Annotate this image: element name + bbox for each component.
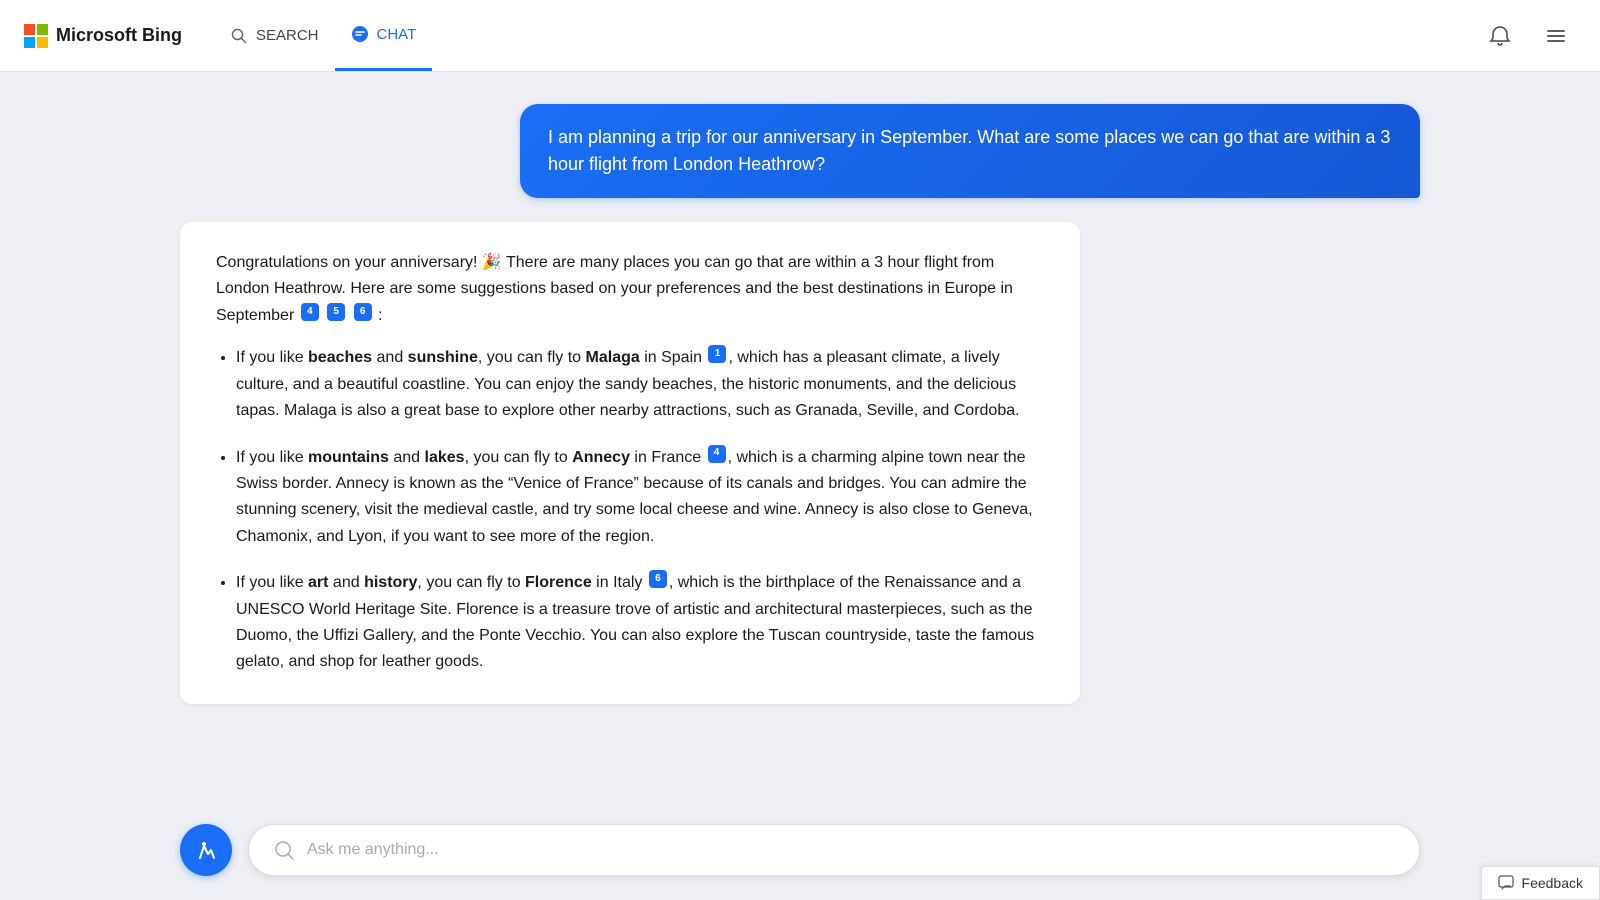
list-item: If you like beaches and sunshine, you ca…	[236, 345, 1044, 424]
bold-malaga: Malaga	[586, 349, 640, 366]
bold-beaches: beaches	[308, 349, 372, 366]
nav-chat-label: CHAT	[377, 26, 417, 43]
ai-intro-end: :	[378, 307, 382, 324]
citation-6b[interactable]: 6	[649, 570, 667, 588]
bold-florence: Florence	[525, 574, 592, 591]
chat-icon	[351, 25, 369, 43]
notifications-button[interactable]	[1480, 16, 1520, 56]
chat-input-wrapper	[248, 824, 1420, 876]
ai-intro-paragraph: Congratulations on your anniversary! 🎉 T…	[216, 250, 1044, 329]
user-message: I am planning a trip for our anniversary…	[520, 104, 1420, 198]
header: Microsoft Bing SEARCH CHAT	[0, 0, 1600, 72]
citation-5[interactable]: 5	[327, 303, 345, 321]
microsoft-logo	[24, 24, 48, 48]
destination-list: If you like beaches and sunshine, you ca…	[236, 345, 1044, 676]
feedback-button[interactable]: Feedback	[1481, 866, 1600, 900]
menu-button[interactable]	[1536, 16, 1576, 56]
nav-chat[interactable]: CHAT	[335, 0, 433, 71]
bold-history: history	[364, 574, 417, 591]
list-item: If you like mountains and lakes, you can…	[236, 445, 1044, 551]
list-item: If you like art and history, you can fly…	[236, 570, 1044, 676]
main-content: I am planning a trip for our anniversary…	[0, 72, 1600, 900]
search-icon	[230, 27, 248, 45]
user-message-text: I am planning a trip for our anniversary…	[548, 127, 1390, 174]
input-area	[0, 808, 1600, 900]
nav-search[interactable]: SEARCH	[214, 0, 335, 71]
bold-lakes: lakes	[425, 449, 465, 466]
logo[interactable]: Microsoft Bing	[24, 24, 182, 48]
bold-annecy: Annecy	[572, 449, 630, 466]
feedback-label: Feedback	[1522, 875, 1583, 891]
citation-6[interactable]: 6	[354, 303, 372, 321]
chat-input[interactable]	[307, 841, 1395, 859]
ai-response: Congratulations on your anniversary! 🎉 T…	[180, 222, 1080, 704]
bold-art: art	[308, 574, 328, 591]
header-actions	[1480, 16, 1576, 56]
bold-sunshine: sunshine	[408, 349, 478, 366]
input-search-icon	[273, 839, 295, 861]
nav-search-label: SEARCH	[256, 27, 319, 44]
bing-avatar-button[interactable]	[180, 824, 232, 876]
bold-mountains: mountains	[308, 449, 389, 466]
main-nav: SEARCH CHAT	[214, 0, 432, 71]
logo-text: Microsoft Bing	[56, 25, 182, 46]
citation-4b[interactable]: 4	[708, 445, 726, 463]
citation-1[interactable]: 1	[708, 345, 726, 363]
chat-area: I am planning a trip for our anniversary…	[0, 72, 1600, 808]
citation-4[interactable]: 4	[301, 303, 319, 321]
